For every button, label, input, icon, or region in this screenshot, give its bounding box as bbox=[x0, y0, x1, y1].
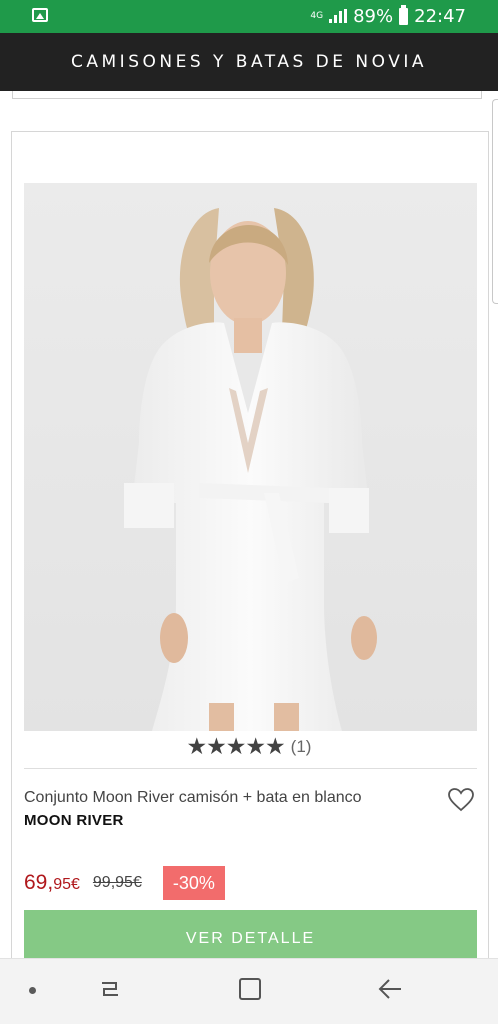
scrollbar[interactable] bbox=[492, 99, 498, 304]
page-title: CAMISONES Y BATAS DE NOVIA bbox=[71, 52, 427, 72]
heart-icon[interactable] bbox=[447, 787, 475, 813]
product-name[interactable]: Conjunto Moon River camisón + bata en bl… bbox=[24, 789, 362, 807]
product-brand: MOON RIVER bbox=[24, 812, 124, 829]
battery-icon bbox=[399, 4, 409, 25]
previous-card-edge bbox=[12, 91, 482, 99]
home-icon[interactable] bbox=[238, 977, 262, 1001]
current-price: 69,95€ bbox=[24, 871, 80, 894]
price-row: 69,95€ 99,95€ -30% bbox=[24, 866, 225, 900]
app-header: CAMISONES Y BATAS DE NOVIA bbox=[0, 33, 498, 91]
product-rating[interactable]: ★★★★★ (1) bbox=[0, 734, 498, 760]
discount-badge: -30% bbox=[162, 866, 225, 900]
back-icon[interactable] bbox=[377, 977, 403, 1001]
status-indicators: 4G 89% 22:47 bbox=[310, 4, 466, 28]
network-type: 4G bbox=[310, 10, 324, 21]
status-bar: 4G 89% 22:47 bbox=[0, 0, 498, 33]
gallery-icon bbox=[32, 8, 48, 22]
dot-icon[interactable] bbox=[29, 987, 36, 994]
divider bbox=[24, 768, 477, 769]
recent-apps-icon[interactable] bbox=[98, 977, 122, 1001]
clock: 22:47 bbox=[414, 5, 466, 27]
signal-icon bbox=[329, 9, 348, 23]
battery-percent: 89% bbox=[353, 5, 394, 27]
product-photo[interactable] bbox=[24, 183, 477, 731]
star-rating-icon: ★★★★★ bbox=[186, 734, 286, 760]
original-price: 99,95€ bbox=[92, 874, 142, 891]
rating-count: (1) bbox=[290, 737, 312, 756]
navigation-bar bbox=[0, 958, 498, 1024]
